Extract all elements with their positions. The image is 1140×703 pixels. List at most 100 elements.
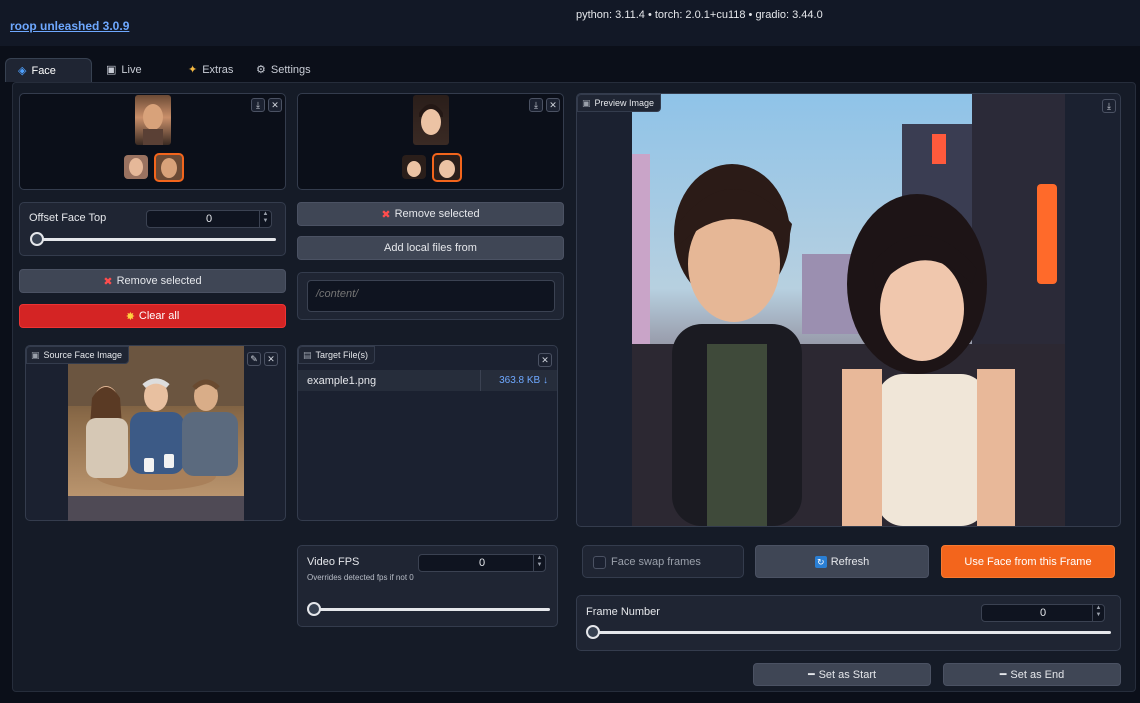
local-path-textarea[interactable] bbox=[307, 280, 555, 312]
file-row[interactable]: example1.png 363.8 KB ↓ bbox=[298, 370, 557, 391]
video-fps-value: 0 bbox=[478, 557, 486, 569]
button-label: Remove selected bbox=[116, 275, 202, 287]
button-label: Add local files from bbox=[384, 242, 477, 254]
face-swap-frames-checkbox[interactable] bbox=[593, 556, 606, 569]
column-divider bbox=[480, 370, 481, 391]
close-icon[interactable]: ✕ bbox=[546, 98, 560, 112]
face-icon bbox=[161, 158, 177, 178]
party-icon: ✦ bbox=[188, 64, 198, 76]
target-face-large-thumbnail[interactable] bbox=[413, 95, 449, 145]
collision-icon: ✸ bbox=[125, 310, 135, 323]
video-fps-info: Overrides detected fps if not 0 bbox=[307, 573, 414, 582]
tab-live-cam[interactable]: ▣Live Cam bbox=[94, 58, 174, 100]
frame-number-slider-track[interactable] bbox=[591, 631, 1111, 634]
close-icon[interactable]: ✕ bbox=[268, 98, 282, 112]
source-remove-selected-button[interactable]: ✖ Remove selected bbox=[19, 269, 286, 293]
dash-icon: ━ bbox=[807, 669, 815, 681]
target-face-thumbnail-1[interactable] bbox=[402, 155, 426, 179]
clear-all-button[interactable]: ✸ Clear all bbox=[19, 304, 286, 328]
refresh-button[interactable]: ↻ Refresh bbox=[755, 545, 929, 578]
offset-face-top-control: Offset Face Top 0 ▲ ▼ bbox=[19, 202, 286, 256]
edit-pencil-icon[interactable]: ✎ bbox=[247, 352, 261, 366]
target-files-label: ▤ Target File(s) bbox=[298, 346, 376, 364]
face-swap-frames-label: Face swap frames bbox=[611, 556, 701, 568]
button-label: Use Face from this Frame bbox=[964, 555, 1092, 568]
download-icon[interactable]: ⤓ bbox=[529, 98, 543, 112]
image-icon: ▣ bbox=[31, 350, 40, 360]
face-icon bbox=[419, 104, 443, 135]
top-header bbox=[0, 0, 1140, 46]
app-title-link[interactable]: roop unleashed 3.0.9 bbox=[10, 19, 129, 33]
button-label: Refresh bbox=[830, 555, 870, 568]
target-face-thumbnail-2-selected[interactable] bbox=[432, 153, 462, 182]
offset-face-top-label: Offset Face Top bbox=[29, 212, 107, 224]
offset-face-top-slider-thumb[interactable] bbox=[30, 232, 44, 246]
face-swap-icon: ◈ bbox=[18, 65, 27, 77]
source-face-thumbnail-1[interactable] bbox=[124, 155, 148, 179]
frame-number-value: 0 bbox=[1039, 607, 1047, 619]
frame-number-slider-thumb[interactable] bbox=[586, 625, 600, 639]
image-icon: ▣ bbox=[582, 98, 591, 108]
face-swap-frames-checkbox-block[interactable]: Face swap frames bbox=[582, 545, 744, 578]
red-x-icon: ✖ bbox=[103, 275, 113, 288]
close-icon[interactable]: ✕ bbox=[538, 353, 552, 367]
preview-image bbox=[632, 94, 1065, 526]
file-name: example1.png bbox=[307, 375, 377, 387]
target-files-panel: ▤ Target File(s) ✕ example1.png 363.8 KB … bbox=[297, 345, 558, 521]
video-fps-slider-track[interactable] bbox=[312, 608, 550, 611]
source-faces-gallery: ⤓ ✕ bbox=[19, 93, 286, 190]
use-face-from-frame-button[interactable]: Use Face from this Frame bbox=[941, 545, 1115, 578]
face-icon bbox=[143, 104, 163, 145]
source-face-large-thumbnail[interactable] bbox=[135, 95, 171, 145]
frame-number-input[interactable]: 0 ▲ ▼ bbox=[981, 604, 1105, 622]
source-face-image-label: ▣ Source Face Image bbox=[26, 346, 130, 364]
tab-bar: ◈Face Swap ▣Live Cam ✦ Extras ⚙ Settings bbox=[0, 58, 1140, 101]
tab-label: Extras bbox=[202, 64, 234, 76]
group-photo-icon bbox=[68, 346, 244, 521]
preview-couple-illustration-icon bbox=[632, 94, 1065, 526]
face-icon bbox=[439, 160, 455, 178]
local-path-block bbox=[297, 272, 564, 320]
source-face-image-panel: ▣ Source Face Image ✎ ✕ bbox=[25, 345, 286, 521]
label-text: Preview Image bbox=[594, 98, 655, 108]
number-spinner-icon[interactable]: ▲ ▼ bbox=[1092, 605, 1104, 621]
download-icon[interactable]: ⤓ bbox=[1102, 99, 1116, 113]
source-face-image bbox=[68, 346, 244, 521]
dash-icon: ━ bbox=[999, 669, 1007, 681]
add-local-files-button[interactable]: Add local files from bbox=[297, 236, 564, 260]
face-icon bbox=[129, 158, 143, 176]
number-spinner-icon[interactable]: ▲ ▼ bbox=[259, 211, 271, 227]
file-size-download-link[interactable]: 363.8 KB ↓ bbox=[499, 375, 548, 386]
tab-settings[interactable]: ⚙ Settings bbox=[244, 58, 316, 82]
close-icon[interactable]: ✕ bbox=[264, 352, 278, 366]
download-icon[interactable]: ⤓ bbox=[251, 98, 265, 112]
video-fps-slider-thumb[interactable] bbox=[307, 602, 321, 616]
source-face-thumbnail-2-selected[interactable] bbox=[154, 153, 184, 182]
label-text: Source Face Image bbox=[43, 350, 123, 360]
tab-label: Settings bbox=[270, 64, 311, 76]
video-fps-label: Video FPS bbox=[307, 556, 360, 568]
refresh-icon: ↻ bbox=[814, 555, 827, 568]
gear-icon: ⚙ bbox=[256, 64, 266, 76]
camera-icon: ▣ bbox=[106, 64, 117, 76]
number-spinner-icon[interactable]: ▲ ▼ bbox=[533, 555, 545, 571]
offset-face-top-slider-track[interactable] bbox=[34, 238, 276, 241]
label-text: Target File(s) bbox=[315, 350, 369, 360]
preview-image-panel: ▣ Preview Image ⤓ bbox=[576, 93, 1121, 527]
button-label: Remove selected bbox=[394, 208, 480, 220]
frame-number-label: Frame Number bbox=[586, 606, 660, 618]
red-x-icon: ✖ bbox=[381, 208, 391, 221]
button-label: Set as End bbox=[1010, 668, 1065, 681]
offset-face-top-input[interactable]: 0 ▲ ▼ bbox=[146, 210, 272, 228]
tab-face-swap[interactable]: ◈Face Swap bbox=[5, 58, 92, 101]
video-fps-input[interactable]: 0 ▲ ▼ bbox=[418, 554, 546, 572]
preview-image-label: ▣ Preview Image bbox=[577, 94, 662, 112]
face-icon bbox=[407, 161, 421, 177]
version-info: python: 3.11.4 • torch: 2.0.1+cu118 • gr… bbox=[576, 9, 823, 21]
tab-extras[interactable]: ✦ Extras bbox=[176, 58, 246, 82]
button-label: Clear all bbox=[138, 310, 180, 322]
target-remove-selected-button[interactable]: ✖ Remove selected bbox=[297, 202, 564, 226]
set-as-end-button[interactable]: ━ Set as End bbox=[943, 663, 1121, 686]
set-as-start-button[interactable]: ━ Set as Start bbox=[753, 663, 931, 686]
frame-number-control: Frame Number 0 ▲ ▼ bbox=[576, 595, 1121, 651]
